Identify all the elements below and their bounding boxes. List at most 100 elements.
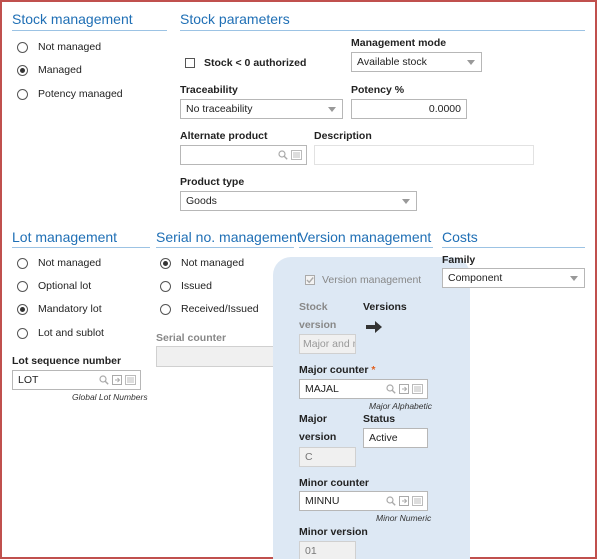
- details-icon[interactable]: [125, 375, 136, 385]
- costs-underline: [442, 247, 585, 248]
- navigate-icon[interactable]: [399, 384, 409, 394]
- management-mode-select[interactable]: Available stock: [351, 52, 482, 72]
- radio-dot-selected: [160, 257, 171, 269]
- radio-dot: [17, 41, 28, 53]
- product-type-value: Goods: [186, 195, 217, 207]
- stock-negative-label: Stock < 0 authorized: [204, 57, 307, 69]
- radio-label: Lot and sublot: [38, 327, 104, 339]
- lot-management-title: Lot management: [12, 229, 118, 245]
- potency-value: 0.0000: [428, 103, 461, 115]
- radio-dot: [160, 303, 171, 315]
- costs-title: Costs: [442, 229, 478, 245]
- stock-version-field: Major and m: [299, 334, 356, 354]
- stock-management-underline: [12, 30, 167, 31]
- versions-label: Versions: [363, 301, 407, 313]
- lot-sequence-value: LOT: [18, 374, 39, 386]
- alternate-product-input[interactable]: [180, 145, 307, 165]
- major-counter-hint: Major Alphabetic: [369, 401, 432, 411]
- stock-parameters-underline: [180, 30, 585, 31]
- chevron-down-icon: [402, 199, 410, 204]
- lot-sequence-label: Lot sequence number: [12, 355, 122, 367]
- status-value: Active: [369, 432, 398, 444]
- family-select[interactable]: Component: [442, 268, 585, 288]
- radio-label: Optional lot: [38, 280, 92, 292]
- stock-version-label-line2: version: [299, 319, 337, 331]
- arrow-right-icon[interactable]: [365, 320, 383, 334]
- navigate-icon[interactable]: [399, 496, 409, 506]
- potency-label: Potency %: [351, 84, 405, 96]
- details-icon[interactable]: [412, 496, 423, 506]
- radio-lot-and-sublot[interactable]: Lot and sublot: [17, 327, 104, 339]
- details-icon[interactable]: [291, 150, 302, 160]
- minor-counter-hint: Minor Numeric: [376, 513, 432, 523]
- major-counter-value: MAJAL: [305, 383, 339, 395]
- radio-lot-not-managed[interactable]: Not managed: [17, 257, 101, 269]
- stock-negative-checkbox[interactable]: [185, 58, 195, 68]
- radio-stock-potency-managed[interactable]: Potency managed: [17, 88, 123, 100]
- radio-lot-optional[interactable]: Optional lot: [17, 280, 91, 292]
- stock-management-title: Stock management: [12, 11, 133, 27]
- status-field[interactable]: Active: [363, 428, 428, 448]
- traceability-label: Traceability: [180, 84, 238, 96]
- major-counter-label-text: Major counter: [299, 364, 369, 376]
- radio-stock-managed[interactable]: Managed: [17, 64, 82, 76]
- lot-sequence-input[interactable]: LOT: [12, 370, 141, 390]
- major-version-value: C: [305, 451, 313, 463]
- required-marker: *: [371, 364, 376, 376]
- radio-label: Mandatory lot: [38, 303, 102, 315]
- details-icon[interactable]: [412, 384, 423, 394]
- radio-dot: [17, 327, 28, 339]
- search-icon[interactable]: [278, 150, 288, 160]
- radio-label: Not managed: [38, 257, 102, 269]
- radio-dot: [17, 88, 28, 100]
- chevron-down-icon: [467, 60, 475, 65]
- product-type-label: Product type: [180, 176, 245, 188]
- radio-label: Not managed: [181, 257, 245, 269]
- serial-management-underline: [156, 247, 294, 248]
- family-value: Component: [448, 272, 503, 284]
- chevron-down-icon: [328, 107, 336, 112]
- major-version-label-line1: Major: [299, 413, 328, 425]
- alternate-product-label: Alternate product: [180, 130, 268, 142]
- traceability-value: No traceability: [186, 103, 253, 115]
- management-mode-label: Management mode: [351, 37, 447, 49]
- minor-counter-label: Minor counter: [299, 477, 369, 489]
- version-management-checkbox: [305, 275, 315, 285]
- radio-label: Potency managed: [38, 88, 123, 100]
- lot-sequence-hint: Global Lot Numbers: [72, 392, 148, 402]
- radio-label: Issued: [181, 280, 212, 292]
- serial-management-title: Serial no. management: [156, 229, 301, 245]
- minor-version-label: Minor version: [299, 526, 368, 538]
- stock-version-value: Major and m: [303, 338, 356, 350]
- search-icon[interactable]: [386, 496, 396, 506]
- radio-dot: [160, 280, 171, 292]
- radio-serial-received-issued[interactable]: Received/Issued: [160, 303, 259, 315]
- description-field: [314, 145, 534, 165]
- major-counter-label: Major counter *: [299, 364, 375, 376]
- description-label: Description: [314, 130, 372, 142]
- product-type-select[interactable]: Goods: [180, 191, 417, 211]
- radio-dot: [17, 280, 28, 292]
- radio-serial-not-managed[interactable]: Not managed: [160, 257, 244, 269]
- navigate-icon[interactable]: [112, 375, 122, 385]
- search-icon[interactable]: [386, 384, 396, 394]
- status-label: Status: [363, 413, 396, 425]
- version-management-underline: [299, 247, 433, 248]
- traceability-select[interactable]: No traceability: [180, 99, 343, 119]
- minor-counter-input[interactable]: MINNU: [299, 491, 428, 511]
- major-counter-input[interactable]: MAJAL: [299, 379, 428, 399]
- management-mode-value: Available stock: [357, 56, 427, 68]
- search-icon[interactable]: [99, 375, 109, 385]
- radio-stock-not-managed[interactable]: Not managed: [17, 41, 101, 53]
- radio-lot-mandatory[interactable]: Mandatory lot: [17, 303, 102, 315]
- version-management-title: Version management: [299, 229, 432, 245]
- radio-label: Managed: [38, 64, 82, 76]
- chevron-down-icon: [570, 276, 578, 281]
- lot-management-underline: [12, 247, 150, 248]
- radio-serial-issued[interactable]: Issued: [160, 280, 212, 292]
- minor-counter-value: MINNU: [305, 495, 340, 507]
- serial-counter-label: Serial counter: [156, 332, 227, 344]
- stock-version-label-line1: Stock: [299, 301, 328, 313]
- radio-dot-selected: [17, 64, 28, 76]
- potency-input[interactable]: 0.0000: [351, 99, 467, 119]
